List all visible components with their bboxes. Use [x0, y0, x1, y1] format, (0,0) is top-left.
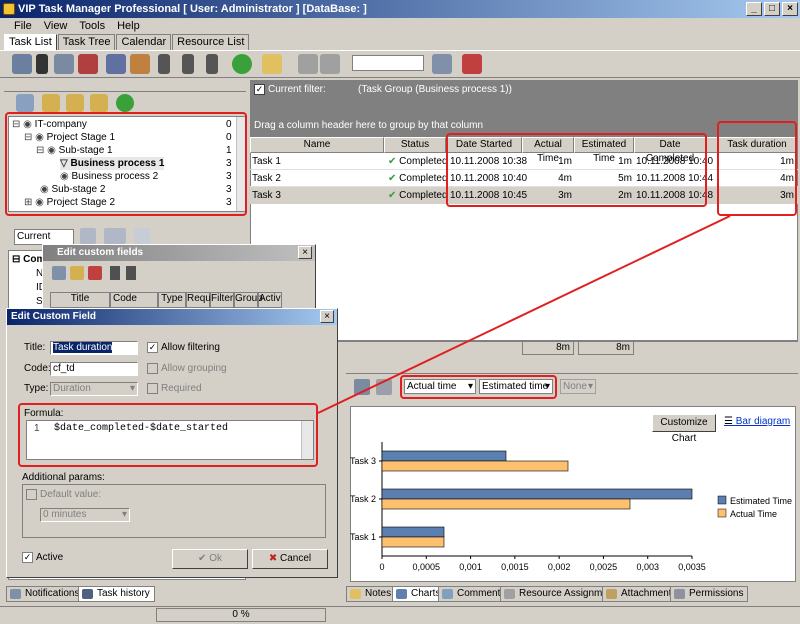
resource-icon — [504, 589, 515, 599]
annotation-connector — [317, 215, 731, 414]
charts-icon — [396, 589, 407, 599]
task-history-icon — [82, 589, 93, 599]
notes-icon — [350, 589, 361, 599]
tab-permissions[interactable]: Permissions — [670, 586, 749, 602]
permissions-icon — [674, 589, 685, 599]
comments-icon — [442, 589, 453, 599]
status-bar — [0, 606, 800, 624]
tab-task-history[interactable]: Task history — [78, 586, 155, 602]
progress-indicator: 0 % — [156, 608, 326, 622]
tab-notes[interactable]: Notes — [346, 586, 397, 602]
attachment-icon — [606, 589, 617, 599]
notifications-icon — [10, 589, 21, 599]
tab-notifications[interactable]: Notifications — [6, 586, 85, 602]
